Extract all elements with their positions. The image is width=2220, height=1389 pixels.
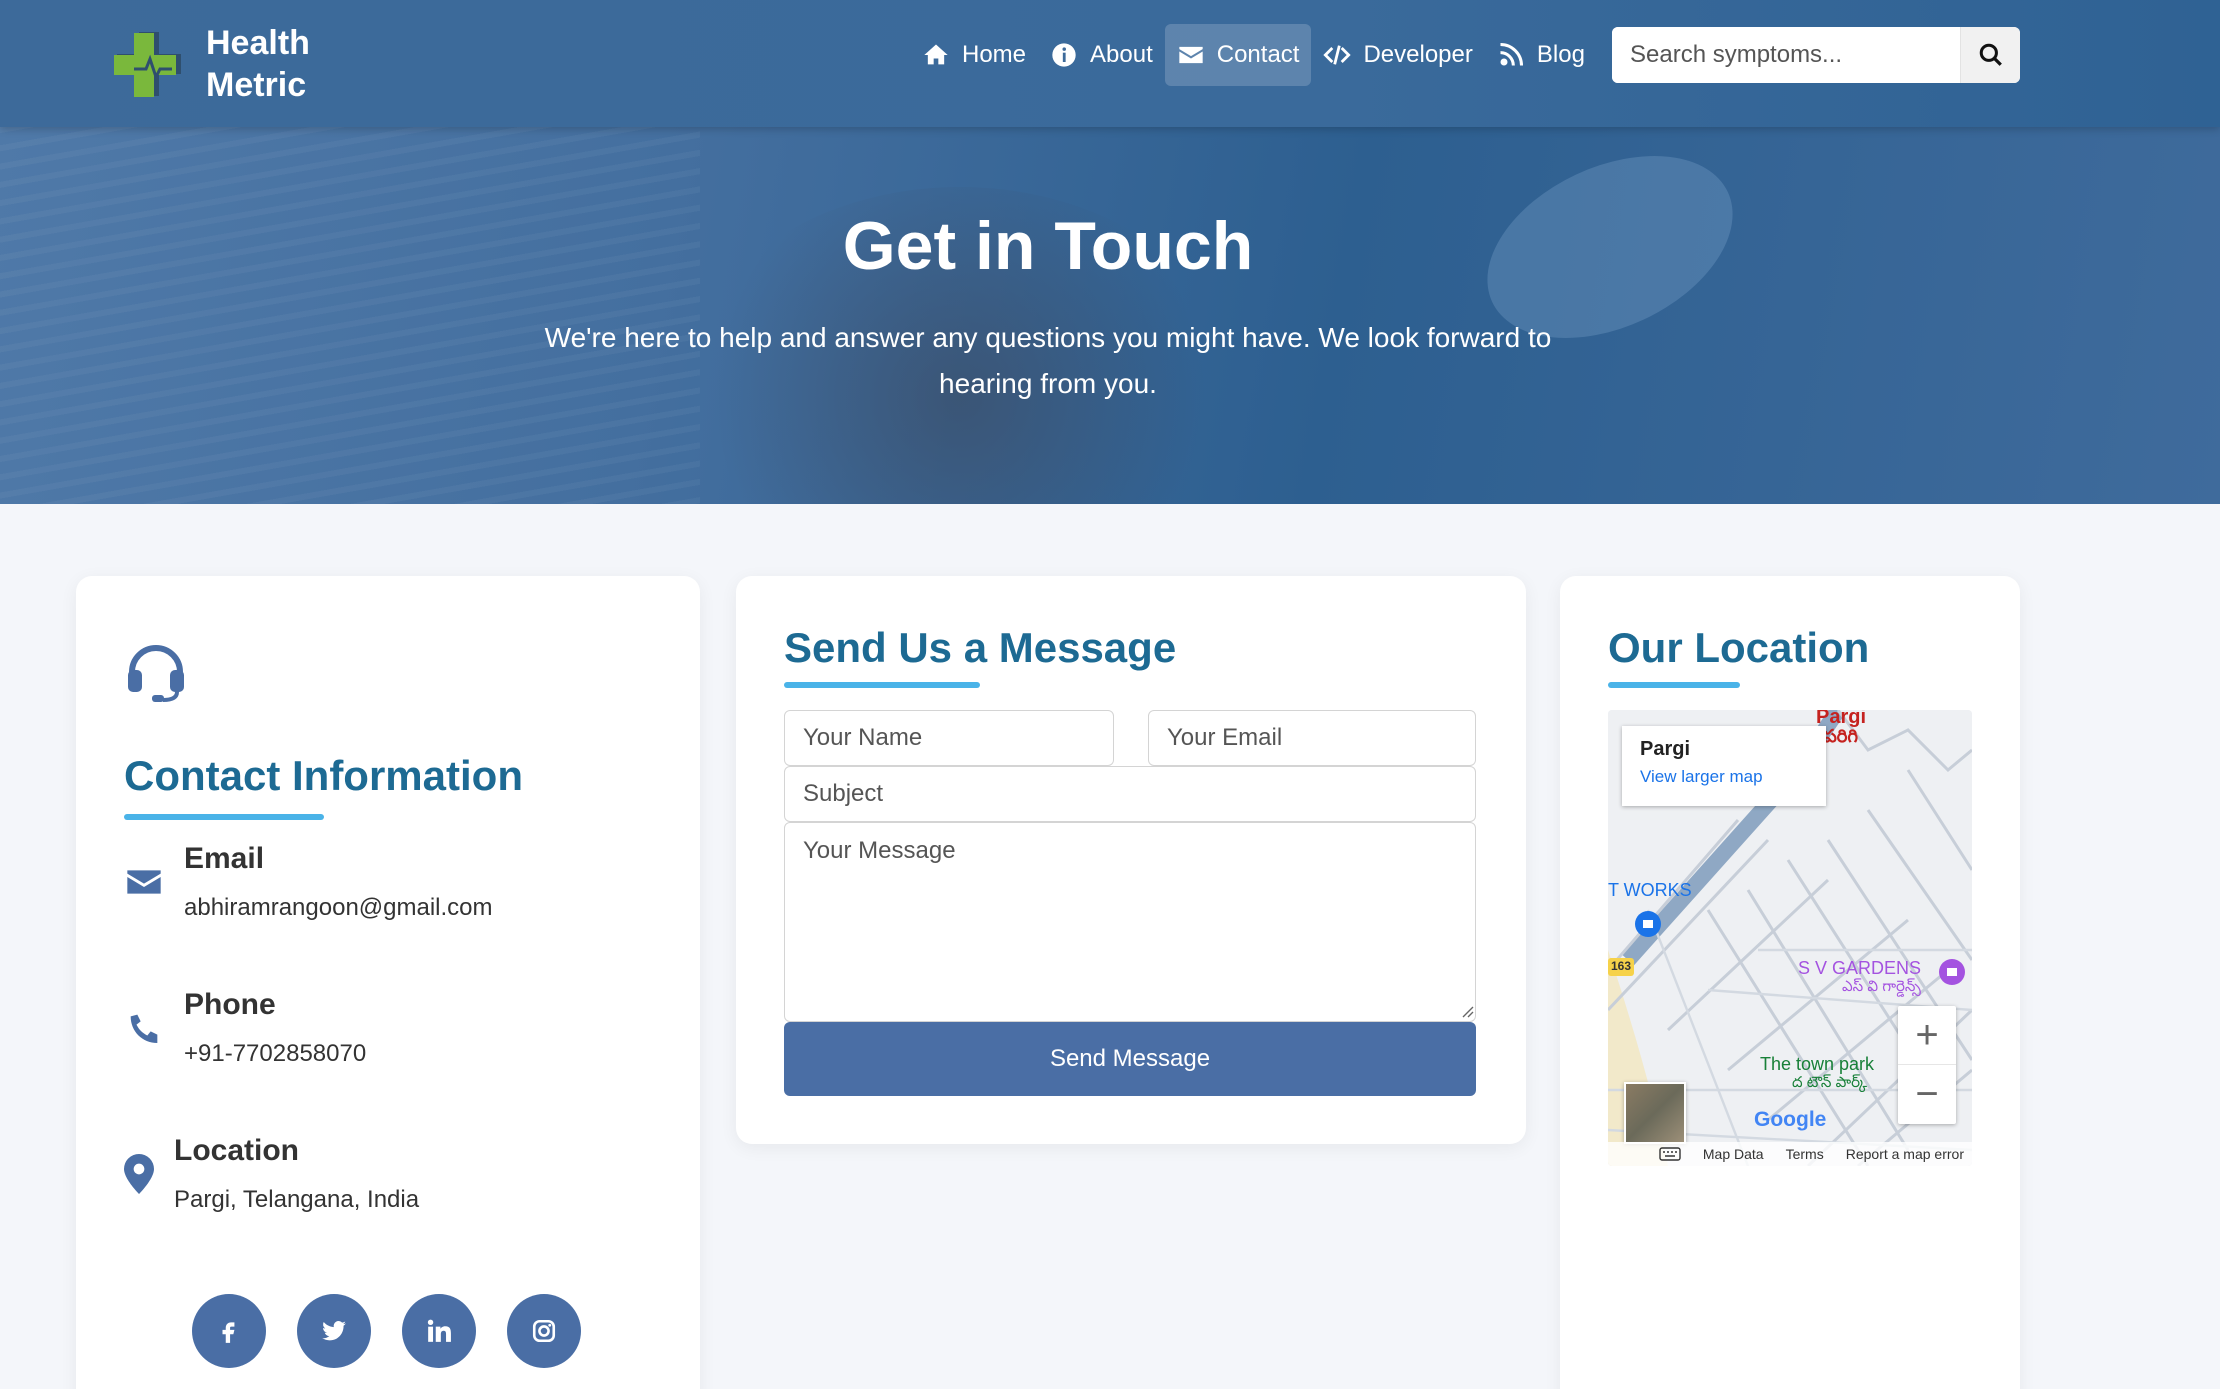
brand-name: Health Metric — [206, 22, 310, 106]
hero-title: Get in Touch — [842, 208, 1254, 284]
nav-blog[interactable]: Blog — [1485, 24, 1597, 86]
map-data-link[interactable]: Map Data — [1703, 1146, 1764, 1162]
map-label-town-park: The town park — [1760, 1054, 1875, 1074]
map-terms-link[interactable]: Terms — [1786, 1146, 1824, 1162]
contact-info-title: Contact Information — [124, 752, 523, 799]
instagram-icon — [532, 1319, 556, 1343]
map-zoom-controls: + − — [1898, 1006, 1956, 1124]
headset-icon — [128, 645, 184, 702]
message-textarea[interactable]: Your Message — [784, 822, 1476, 1022]
nav-contact[interactable]: Contact — [1164, 24, 1312, 86]
title-underline — [124, 814, 324, 820]
email-input[interactable]: Your Email — [1148, 710, 1476, 766]
name-input[interactable]: Your Name — [784, 710, 1114, 766]
nav-about[interactable]: About — [1038, 24, 1165, 86]
linkedin-icon — [427, 1319, 451, 1342]
map-label-town-park-telugu: ద టౌన్ పార్క్ — [1792, 1074, 1868, 1091]
brand-name-line2: Metric — [206, 66, 307, 104]
envelope-icon — [127, 870, 161, 894]
facebook-icon — [222, 1322, 235, 1343]
instagram-link[interactable] — [507, 1294, 581, 1368]
code-icon — [1323, 45, 1352, 65]
send-message-button[interactable]: Send Message — [784, 1022, 1476, 1096]
location-title: Our Location — [1608, 624, 1870, 671]
envelope-icon — [1179, 46, 1203, 64]
map-label-works: T WORKS — [1608, 880, 1692, 900]
contact-phone-label: Phone — [184, 988, 276, 1021]
view-larger-map-link[interactable]: View larger map — [1640, 767, 1808, 787]
nav-about-label: About — [1090, 41, 1153, 68]
search-input[interactable] — [1612, 27, 1960, 83]
zoom-out-button[interactable]: − — [1898, 1065, 1956, 1124]
medical-cross-logo-icon — [114, 32, 181, 97]
contact-location-label: Location — [174, 1134, 299, 1167]
message-form-card: Send Us a Message Your Name Your Email S… — [736, 576, 1526, 1144]
top-navbar: Health Metric Home About Contact Develop… — [0, 0, 2220, 127]
satellite-toggle-button[interactable] — [1624, 1082, 1686, 1144]
contact-location-value: Pargi, Telangana, India — [174, 1186, 420, 1213]
title-underline — [784, 682, 980, 688]
map-place-name: Pargi — [1640, 738, 1691, 760]
brand-logo[interactable]: Health Metric — [114, 22, 310, 106]
search-icon — [1979, 43, 2002, 66]
twitter-icon — [322, 1321, 346, 1341]
form-title: Send Us a Message — [784, 624, 1177, 671]
map-place-card: Pargi View larger map — [1622, 726, 1826, 806]
brand-name-line1: Health — [206, 24, 310, 62]
map-pin-icon — [124, 1154, 154, 1194]
nav-contact-label: Contact — [1216, 41, 1300, 68]
zoom-in-button[interactable]: + — [1898, 1006, 1956, 1065]
main-nav: Home About Contact Developer Blog — [910, 24, 1597, 86]
contact-info-card: Contact Information Email abhiramrangoon… — [76, 576, 700, 1389]
map-blank-area — [1608, 1166, 1972, 1389]
phone-icon — [130, 1014, 158, 1043]
hero-banner: Get in Touch We're here to help and answ… — [0, 127, 2220, 504]
info-icon — [1052, 43, 1076, 67]
contact-phone-row: Phone +91-7702858070 — [124, 988, 366, 1068]
linkedin-link[interactable] — [402, 1294, 476, 1368]
nav-developer[interactable]: Developer — [1311, 24, 1484, 86]
map-label-route-163: 163 — [1611, 959, 1632, 973]
map-label-pargi-telugu: పరిగి — [1824, 726, 1858, 746]
search-box — [1612, 27, 2020, 83]
report-map-error-link[interactable]: Report a map error — [1846, 1146, 1964, 1162]
contact-phone-value[interactable]: +91-7702858070 — [184, 1040, 366, 1068]
nav-developer-label: Developer — [1363, 41, 1473, 68]
hero-subtitle: We're here to help and answer any questi… — [544, 322, 1552, 399]
social-links — [192, 1294, 612, 1368]
nav-home-label: Home — [962, 41, 1027, 68]
map-label-sv-gardens-telugu: ఎస్ వి గార్డెన్స్ — [1842, 978, 1921, 995]
google-logo: Google — [1754, 1108, 1827, 1131]
title-underline — [1608, 682, 1740, 688]
map-label-sv-gardens: S V GARDENS — [1798, 958, 1922, 978]
keyboard-icon[interactable] — [1659, 1147, 1681, 1161]
contact-location-row: Location Pargi, Telangana, India — [124, 1134, 419, 1214]
contact-email-label: Email — [184, 842, 265, 875]
embedded-map[interactable]: Pargi పరిగి T WORKS S V GARDENS ఎస్ వి గ… — [1608, 710, 1972, 1166]
twitter-link[interactable] — [297, 1294, 371, 1368]
facebook-link[interactable] — [192, 1294, 266, 1368]
subject-input[interactable]: Subject — [784, 766, 1476, 822]
contact-email-row: Email abhiramrangoon@gmail.com — [124, 842, 493, 922]
nav-home[interactable]: Home — [910, 24, 1038, 86]
rss-icon — [1500, 42, 1523, 66]
nav-blog-label: Blog — [1536, 41, 1585, 68]
map-attribution-bar: Map Data Terms Report a map error — [1608, 1142, 1972, 1166]
location-card: Our Location Pargi పరిగి T WORKS S V GAR… — [1560, 576, 2020, 1389]
search-button[interactable] — [1960, 27, 2020, 83]
resize-handle-icon[interactable] — [1460, 1004, 1474, 1018]
contact-email-value[interactable]: abhiramrangoon@gmail.com — [184, 894, 493, 922]
home-icon — [924, 44, 948, 65]
